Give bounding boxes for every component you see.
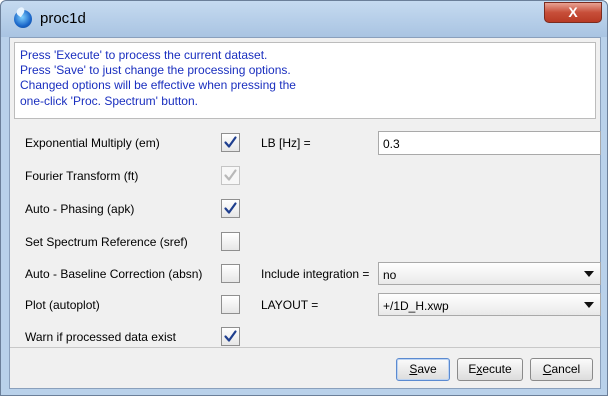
option-label-apk: Auto - Phasing (apk) xyxy=(25,202,135,216)
option-label-ft: Fourier Transform (ft) xyxy=(25,169,139,183)
chevron-down-icon xyxy=(584,302,594,308)
option-row-sref: Set Spectrum Reference (sref) xyxy=(10,229,600,257)
checkmark-icon xyxy=(224,169,237,181)
info-line: Press 'Execute' to process the current d… xyxy=(20,48,268,62)
option-row-apk: Auto - Phasing (apk) xyxy=(10,196,600,224)
chevron-down-icon xyxy=(584,271,594,277)
execute-button[interactable]: Execute xyxy=(457,358,523,381)
cancel-label-rest: ancel xyxy=(551,362,581,376)
info-text-panel: Press 'Execute' to process the current d… xyxy=(14,42,596,119)
info-line: Press 'Save' to just change the processi… xyxy=(20,63,291,78)
topspin-app-icon xyxy=(14,10,32,28)
button-separator xyxy=(10,347,600,348)
option-label-absn: Auto - Baseline Correction (absn) xyxy=(25,267,203,281)
option-row-autoplot: Plot (autoplot) LAYOUT = +/1D_H.xwp xyxy=(10,292,601,320)
proc1d-dialog: proc1d X Press 'Execute' to process the … xyxy=(0,0,608,396)
cancel-button[interactable]: Cancel xyxy=(530,358,593,381)
lb-input[interactable]: 0.3 xyxy=(378,131,601,155)
save-button[interactable]: Save xyxy=(396,358,450,381)
option-row-em: Exponential Multiply (em) LB [Hz] = 0.3 xyxy=(10,130,601,158)
include-integration-label: Include integration = xyxy=(261,267,370,281)
lb-label: LB [Hz] = xyxy=(261,136,311,150)
checkbox-warn[interactable] xyxy=(221,327,240,346)
option-row-ft: Fourier Transform (ft) xyxy=(10,163,600,191)
dialog-content: Press 'Execute' to process the current d… xyxy=(9,37,601,389)
layout-value: +/1D_H.xwp xyxy=(383,299,449,313)
title-bar[interactable]: proc1d X xyxy=(1,1,607,37)
checkbox-sref[interactable] xyxy=(221,232,240,251)
info-line: Changed options will be effective when p… xyxy=(20,78,296,93)
option-label-sref: Set Spectrum Reference (sref) xyxy=(25,235,188,249)
save-label-rest: ave xyxy=(417,362,437,376)
info-line: one-click 'Proc. Spectrum' button. xyxy=(20,93,198,108)
checkbox-absn[interactable] xyxy=(221,264,240,283)
window-title: proc1d xyxy=(40,10,86,27)
include-integration-select[interactable]: no xyxy=(378,262,601,285)
close-button[interactable]: X xyxy=(544,2,602,23)
checkbox-ft xyxy=(221,166,240,185)
execute-label-rest: ecute xyxy=(482,362,512,376)
option-label-autoplot: Plot (autoplot) xyxy=(25,298,100,312)
checkbox-em[interactable] xyxy=(221,133,240,152)
include-integration-value: no xyxy=(383,268,397,282)
checkbox-autoplot[interactable] xyxy=(221,295,240,314)
checkmark-icon xyxy=(224,330,237,342)
checkbox-apk[interactable] xyxy=(221,199,240,218)
layout-label: LAYOUT = xyxy=(261,298,319,312)
checkmark-icon xyxy=(224,136,237,148)
option-label-warn: Warn if processed data exist xyxy=(25,330,176,344)
layout-select[interactable]: +/1D_H.xwp xyxy=(378,293,601,316)
checkmark-icon xyxy=(224,202,237,214)
option-row-absn: Auto - Baseline Correction (absn) Includ… xyxy=(10,261,601,289)
option-label-em: Exponential Multiply (em) xyxy=(25,136,160,150)
